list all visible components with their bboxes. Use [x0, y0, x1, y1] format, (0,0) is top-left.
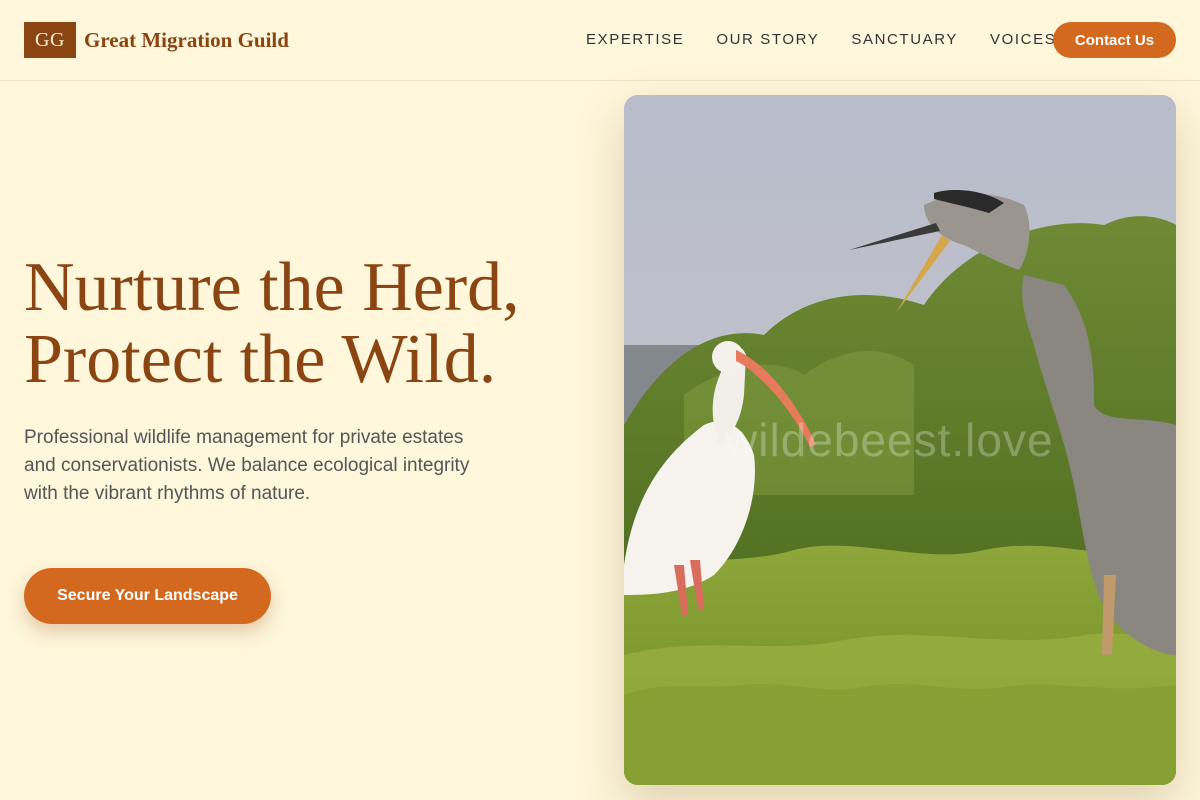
brand-logo[interactable]: GG Great Migration Guild: [24, 22, 289, 58]
hero-description: Professional wildlife management for pri…: [24, 427, 470, 504]
image-watermark: wildebeest.love: [724, 414, 1054, 466]
secure-landscape-button[interactable]: Secure Your Landscape: [24, 568, 271, 624]
main-nav: EXPERTISE OUR STORY SANCTUARY VOICES: [586, 31, 1088, 48]
brand-name: Great Migration Guild: [84, 27, 289, 52]
site-header: GG Great Migration Guild EXPERTISE OUR S…: [0, 0, 1200, 81]
hero-title-line-2: Protect the Wild.: [24, 321, 497, 398]
nav-link-voices[interactable]: VOICES: [990, 31, 1056, 48]
contact-us-button[interactable]: Contact Us: [1053, 22, 1176, 58]
hero-title-line-1: Nurture the Herd,: [24, 249, 520, 326]
logo-mark: GG: [24, 22, 76, 58]
nav-link-our-story[interactable]: OUR STORY: [716, 31, 819, 48]
nav-link-expertise[interactable]: EXPERTISE: [586, 31, 684, 48]
nav-link-sanctuary[interactable]: SANCTUARY: [851, 31, 958, 48]
hero-title: Nurture the Herd, Protect the Wild.: [24, 252, 520, 396]
hero-image: wildebeest.love: [624, 95, 1176, 785]
